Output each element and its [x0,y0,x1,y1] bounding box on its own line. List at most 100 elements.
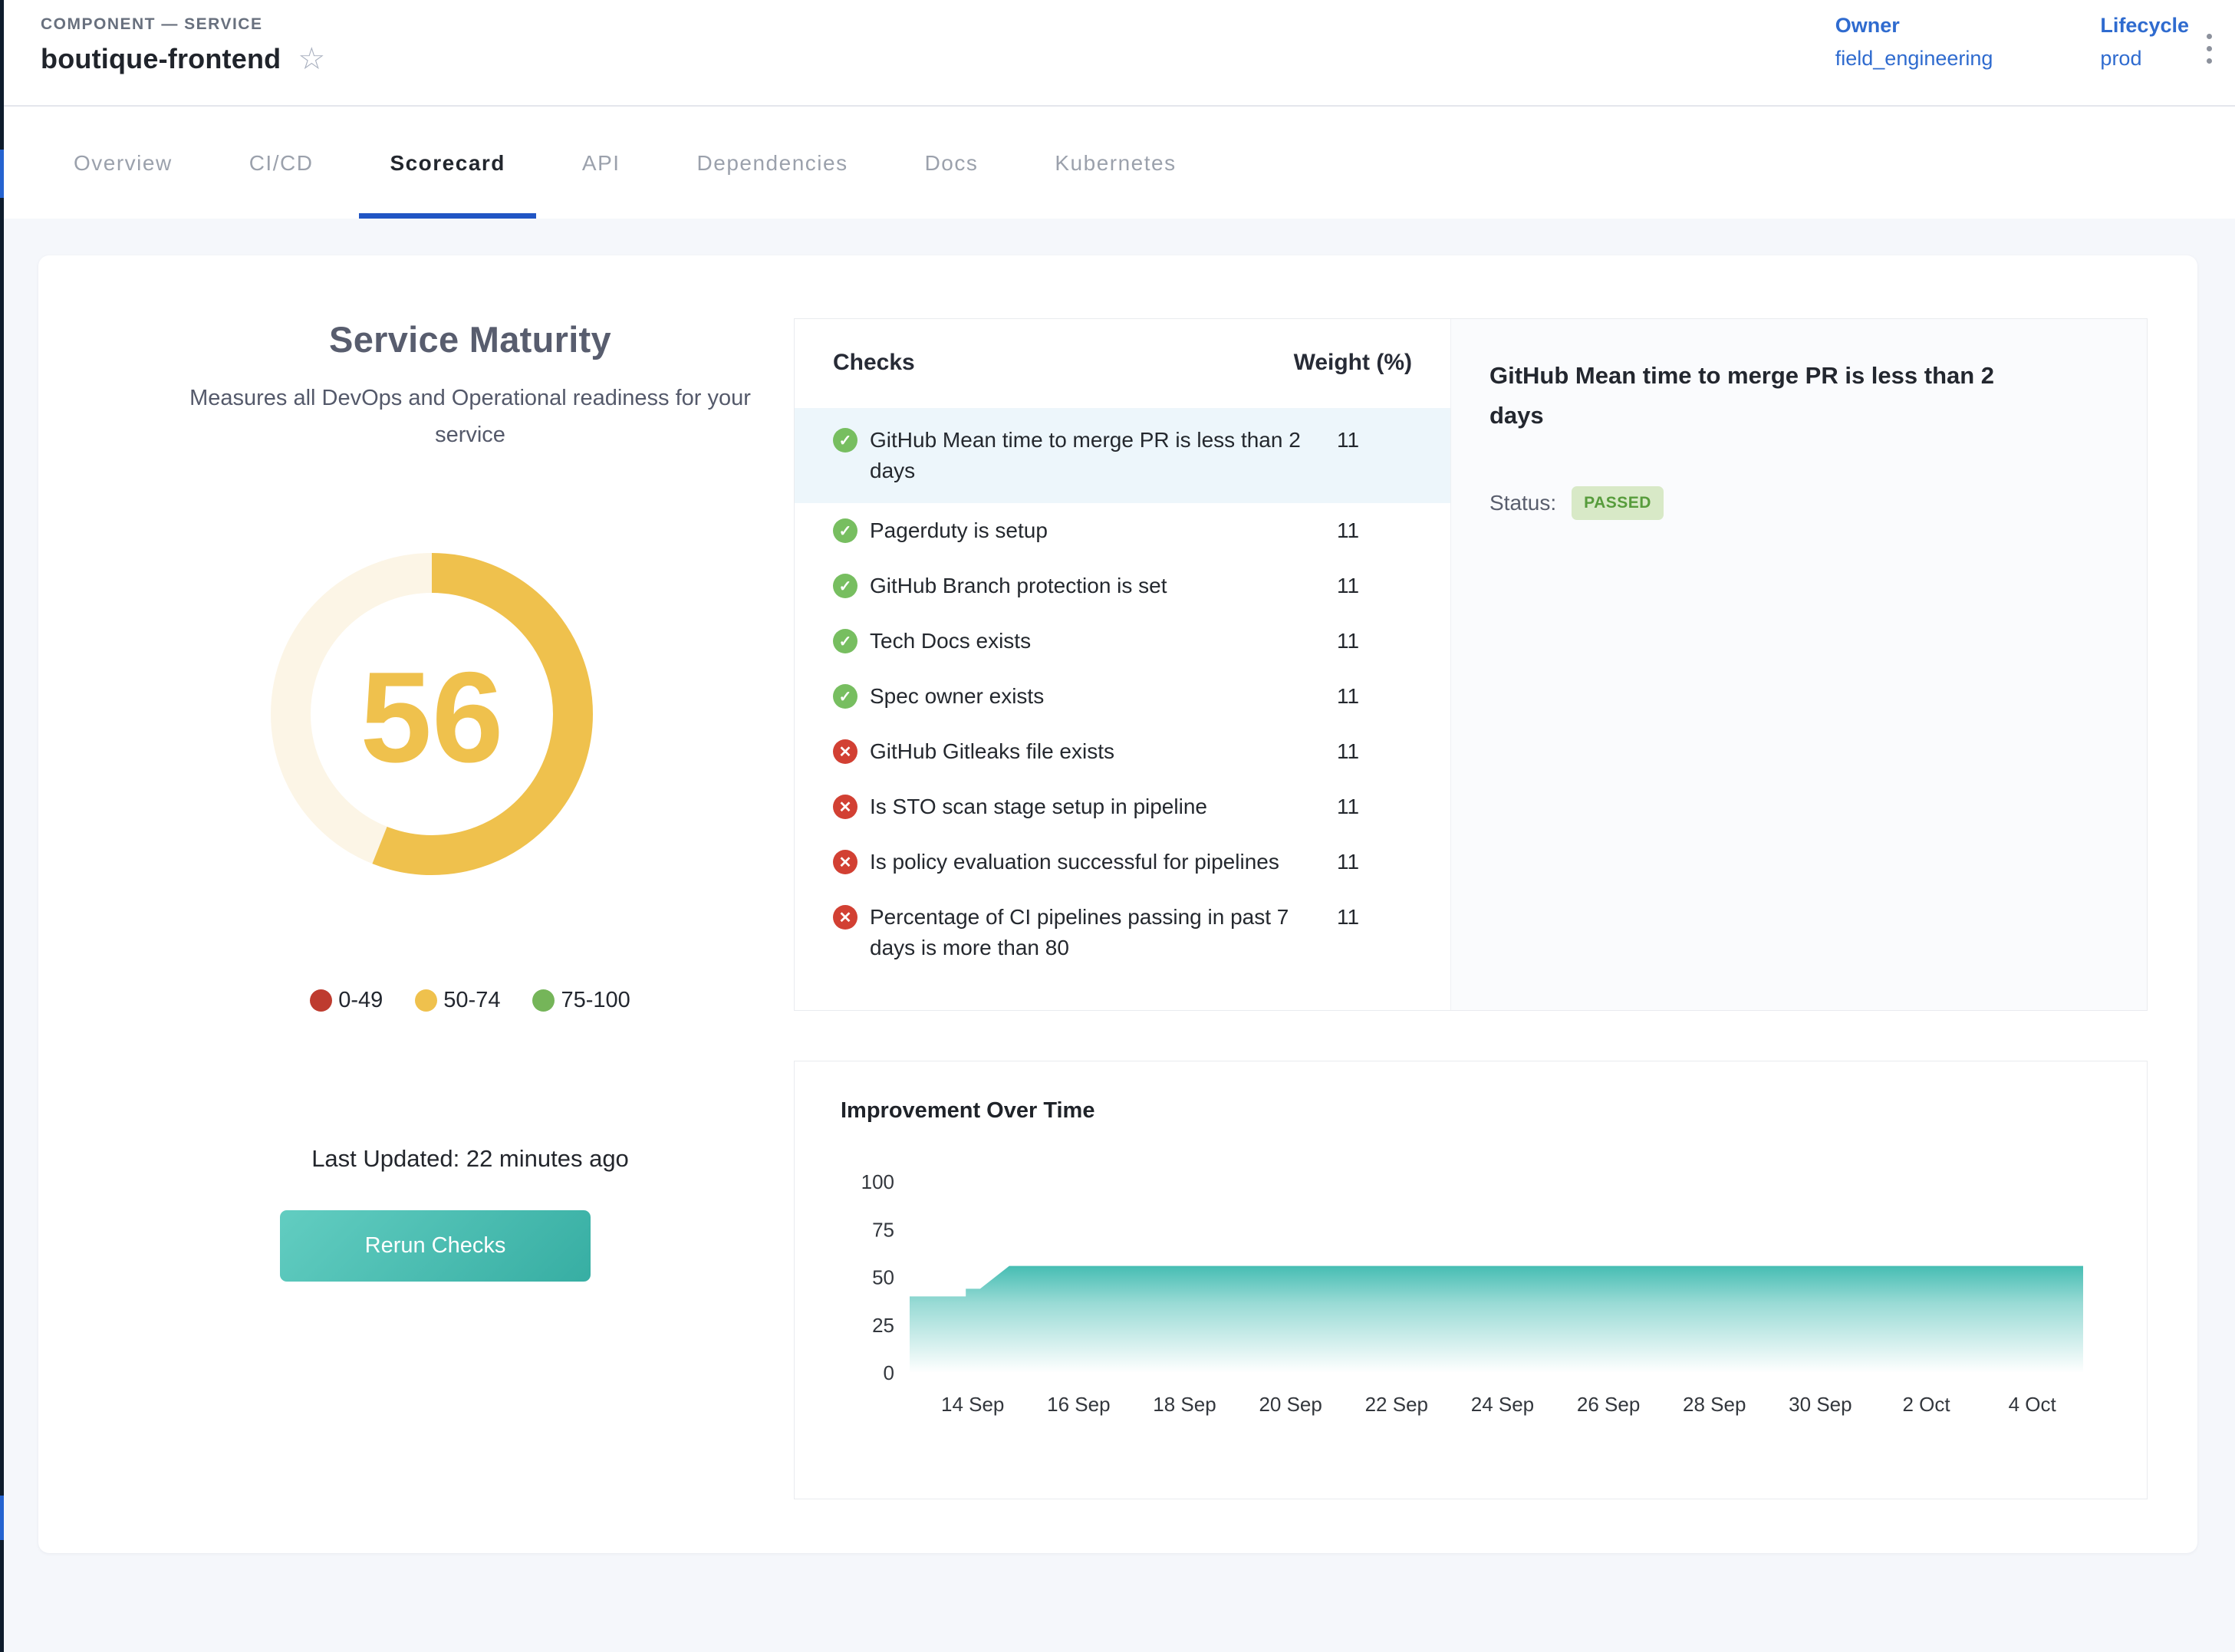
check-label: Is STO scan stage setup in pipeline [870,791,1337,822]
check-passed-icon: ✓ [833,574,857,598]
check-passed-icon: ✓ [833,518,857,543]
scorecard-page: COMPONENT — SERVICE boutique-frontend ☆ … [0,0,2235,1652]
x-axis-tick: 28 Sep [1683,1393,1746,1416]
check-row[interactable]: ✕ Is STO scan stage setup in pipeline11 [795,779,1450,834]
y-axis-tick: 75 [872,1218,894,1241]
last-updated-text: Last Updated: 22 minutes ago [125,1145,815,1173]
x-axis-tick: 26 Sep [1577,1393,1640,1416]
content-area: Service Maturity Measures all DevOps and… [0,219,2235,1652]
left-nav-active-indicator [0,150,4,198]
tab-bar: OverviewCI/CDScorecardAPIDependenciesDoc… [0,108,2235,219]
check-label: GitHub Mean time to merge PR is less tha… [870,425,1337,486]
check-label: Percentage of CI pipelines passing in pa… [870,902,1337,963]
owner-label: Owner [1835,14,1993,38]
check-row[interactable]: ✓ GitHub Branch protection is set11 [795,558,1450,614]
scorecard-title: Service Maturity [125,318,815,360]
legend-label: 50-74 [443,988,500,1013]
tab-docs[interactable]: Docs [894,108,1009,219]
check-weight: 11 [1337,847,1429,877]
check-failed-icon: ✕ [833,850,857,874]
check-passed-icon: ✓ [833,684,857,709]
breadcrumb: COMPONENT — SERVICE [41,15,262,34]
x-axis-tick: 22 Sep [1365,1393,1428,1416]
left-nav-edge [0,0,4,1652]
legend-dot [310,989,332,1012]
check-weight: 11 [1337,736,1429,767]
rerun-checks-button[interactable]: Rerun Checks [280,1210,591,1282]
page-title: boutique-frontend [41,43,281,75]
check-label: Tech Docs exists [870,626,1337,657]
y-axis-tick: 50 [872,1266,894,1289]
x-axis-tick: 30 Sep [1789,1393,1852,1416]
check-row[interactable]: ✕ Is policy evaluation successful for pip… [795,834,1450,890]
check-weight: 11 [1337,681,1429,712]
improvement-area-chart: 100 75 50 25 0 14 Sep 16 Sep 18 Sep 20 Sep 22 Se… [795,1061,2148,1500]
x-axis-tick: 2 Oct [1902,1393,1950,1416]
check-weight: 11 [1337,425,1429,456]
y-axis-tick: 25 [872,1314,894,1337]
improvement-chart-panel: Improvement Over Time 1007550250 14 Sep1… [794,1061,2148,1499]
score-donut-chart: 56 [271,553,593,875]
checks-column-header: Checks [833,350,1294,376]
tab-kubernetes[interactable]: Kubernetes [1024,108,1206,219]
check-failed-icon: ✕ [833,739,857,764]
x-axis-tick: 24 Sep [1471,1393,1534,1416]
check-row[interactable]: ✕ Percentage of CI pipelines passing in p… [795,890,1450,976]
tab-api[interactable]: API [551,108,651,219]
legend-dot [415,989,437,1012]
legend-item-75-100: 75-100 [532,988,630,1013]
tab-ci-cd[interactable]: CI/CD [219,108,344,219]
legend-label: 75-100 [561,988,630,1013]
check-row[interactable]: ✕ GitHub Gitleaks file exists11 [795,724,1450,779]
tab-scorecard[interactable]: Scorecard [359,108,535,219]
checks-panel: Checks Weight (%) ✓ GitHub Mean time to m… [794,318,2148,1011]
legend-item-0-49: 0-49 [310,988,383,1013]
check-weight: 11 [1337,626,1429,657]
check-row[interactable]: ✓ GitHub Mean time to merge PR is less th… [795,408,1450,503]
weight-column-header: Weight (%) [1294,350,1412,376]
legend-label: 0-49 [338,988,383,1013]
score-legend: 0-49 50-74 75-100 [125,988,815,1013]
check-weight: 11 [1337,515,1429,546]
check-failed-icon: ✕ [833,795,857,819]
check-label: GitHub Gitleaks file exists [870,736,1337,767]
left-nav-indicator-2 [0,1496,4,1540]
check-label: GitHub Branch protection is set [870,571,1337,601]
scorecard-subtitle: Measures all DevOps and Operational read… [156,380,785,453]
check-weight: 11 [1337,791,1429,822]
lifecycle-label: Lifecycle [2100,14,2189,38]
x-axis-tick: 4 Oct [2009,1393,2057,1416]
check-weight: 11 [1337,571,1429,601]
x-axis-tick: 18 Sep [1153,1393,1216,1416]
check-row[interactable]: ✓ Tech Docs exists11 [795,614,1450,669]
check-label: Is policy evaluation successful for pipe… [870,847,1337,877]
check-detail-panel: GitHub Mean time to merge PR is less tha… [1450,319,2147,1010]
status-badge: PASSED [1572,486,1664,520]
owner-link[interactable]: field_engineering [1835,47,1993,71]
lifecycle-block: Lifecycle prod [2100,14,2189,71]
page-header: COMPONENT — SERVICE boutique-frontend ☆ … [0,0,2235,107]
x-axis-tick: 20 Sep [1259,1393,1322,1416]
status-label: Status: [1489,491,1556,515]
legend-item-50-74: 50-74 [415,988,500,1013]
legend-dot [532,989,555,1012]
check-row[interactable]: ✓Spec owner exists11 [795,669,1450,724]
kebab-menu-icon[interactable] [2200,28,2218,70]
owner-block: Owner field_engineering [1835,14,1993,71]
y-axis-tick: 100 [861,1170,894,1193]
favorite-star-icon[interactable]: ☆ [298,44,325,74]
checks-table-header: Checks Weight (%) [795,350,1450,376]
x-axis-tick: 14 Sep [941,1393,1004,1416]
tab-dependencies[interactable]: Dependencies [667,108,879,219]
tab-overview[interactable]: Overview [43,108,203,219]
check-detail-title: GitHub Mean time to merge PR is less tha… [1489,356,2019,436]
y-axis-tick: 0 [884,1361,894,1384]
check-passed-icon: ✓ [833,428,857,452]
check-failed-icon: ✕ [833,905,857,930]
check-row[interactable]: ✓ Pagerduty is setup11 [795,503,1450,558]
check-passed-icon: ✓ [833,629,857,653]
check-label: Pagerduty is setup [870,515,1337,546]
checks-table: Checks Weight (%) ✓ GitHub Mean time to m… [795,319,1450,1010]
scorecard-card: Service Maturity Measures all DevOps and… [38,255,2197,1553]
x-axis-tick: 16 Sep [1047,1393,1110,1416]
